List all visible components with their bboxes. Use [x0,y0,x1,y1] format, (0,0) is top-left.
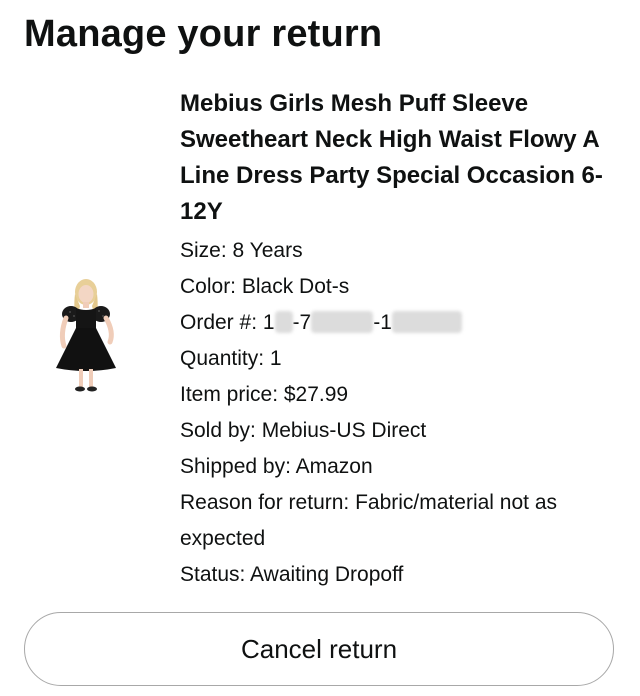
order-number-prefix: Order #: 1 [180,311,275,334]
order-number-mid: -7 [292,311,312,334]
product-title[interactable]: Mebius Girls Mesh Puff Sleeve Sweetheart… [180,86,625,230]
item-size: Size: 8 Years [180,239,303,262]
page-title: Manage your return [24,13,383,55]
redacted-block [311,311,374,333]
order-number: Order #: 1 -7 -1 [180,305,625,341]
sold-by: Sold by: Mebius-US Direct [180,419,427,442]
item-quantity: Quantity: 1 [180,347,282,370]
return-status: Status: Awaiting Dropoff [180,563,404,586]
order-number-end: -1 [373,311,392,334]
redacted-block [391,311,462,333]
return-reason: Reason for return: Fabric/material not a… [180,491,557,550]
item-price: Item price: $27.99 [180,383,349,406]
item-details: Mebius Girls Mesh Puff Sleeve Sweetheart… [180,86,625,593]
redacted-block [274,311,293,333]
cancel-return-button[interactable]: Cancel return [24,612,614,686]
shipped-by: Shipped by: Amazon [180,455,373,478]
item-color: Color: Black Dot-s [180,275,350,298]
product-image[interactable] [44,276,128,396]
